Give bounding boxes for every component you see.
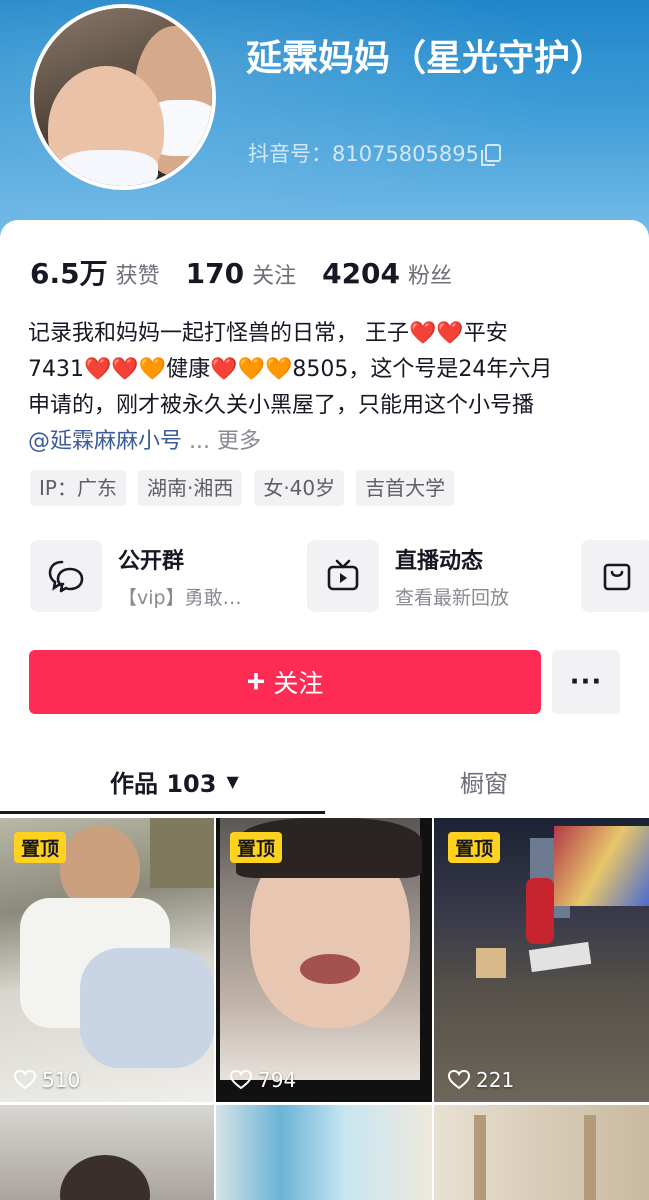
tab-shop[interactable]: 橱窗	[460, 748, 508, 814]
like-count: 221	[448, 1068, 514, 1092]
stat-likes[interactable]: 6.5万 获赞	[30, 252, 160, 292]
chat-bubbles-icon	[30, 540, 102, 612]
video-thumbnail[interactable]	[0, 1105, 214, 1200]
heart-icon	[14, 1070, 36, 1090]
like-count-value: 221	[476, 1068, 515, 1092]
bio-more-button[interactable]: 更多	[217, 429, 261, 454]
tag-location: 湖南·湘西	[137, 470, 243, 506]
video-thumbnail[interactable]	[216, 1105, 432, 1200]
content-tabs: 作品 103 ▼ 橱窗	[0, 748, 649, 814]
entry-subtitle: 【vip】勇敢…	[118, 586, 242, 609]
tag-school[interactable]: 吉首大学	[356, 470, 455, 506]
tab-active-indicator	[0, 811, 325, 814]
more-options-button[interactable]: ···	[552, 650, 620, 714]
stat-number: 170	[185, 257, 245, 290]
shopping-bag-icon	[581, 540, 649, 612]
plus-icon: +	[246, 662, 266, 699]
video-thumbnail[interactable]: 置顶 221	[434, 818, 649, 1102]
pinned-badge: 置顶	[448, 832, 501, 863]
pinned-badge: 置顶	[230, 832, 283, 863]
tab-works[interactable]: 作品 103 ▼	[110, 748, 239, 814]
entry-subtitle: 查看最新回放	[395, 586, 510, 609]
copy-icon[interactable]	[480, 144, 501, 166]
like-count-value: 794	[258, 1068, 297, 1092]
profile-stats: 6.5万 获赞 170 关注 4204 粉丝	[30, 252, 452, 292]
entry-title: 公开群	[118, 548, 185, 574]
stat-following[interactable]: 170 关注	[186, 257, 296, 290]
bio-ellipsis: ...	[189, 429, 210, 454]
stat-followers[interactable]: 4204 粉丝	[322, 257, 452, 290]
follow-label: 关注	[273, 670, 324, 698]
tab-shop-label: 橱窗	[460, 769, 508, 798]
tv-icon	[307, 540, 379, 612]
stat-number: 6.5万	[30, 257, 108, 290]
profile-nickname: 延霖妈妈（星光守护）	[246, 38, 607, 79]
caret-down-icon: ▼	[226, 771, 239, 791]
tag-ip: IP：广东	[30, 470, 126, 506]
like-count: 510	[14, 1068, 80, 1092]
entry-live-updates[interactable]: 直播动态 查看最新回放	[307, 540, 509, 612]
bio-line: 申请的，刚才被永久关小黑屋了，只能用这个小号播	[28, 393, 535, 418]
entry-public-group[interactable]: 公开群 【vip】勇敢…	[30, 540, 242, 612]
video-thumbnail[interactable]	[434, 1105, 649, 1200]
like-count-value: 510	[42, 1068, 81, 1092]
entry-title: 直播动态	[395, 548, 484, 574]
stat-label: 关注	[252, 264, 297, 289]
tag-gender-age: 女·40岁	[254, 470, 345, 506]
pinned-badge: 置顶	[14, 832, 67, 863]
bio-last-line: @延霖麻麻小号 ... 更多	[28, 424, 628, 460]
bio-line: 7431❤️❤️🧡健康❤️🧡🧡8505，这个号是24年六月	[28, 357, 553, 382]
video-thumbnail[interactable]: 置顶 794	[216, 818, 432, 1102]
follow-button[interactable]: + 关注	[29, 650, 541, 714]
tab-works-label: 作品 103	[110, 769, 217, 798]
profile-bio[interactable]: 记录我和妈妈一起打怪兽的日常， 王子❤️❤️平安 7431❤️❤️🧡健康❤️🧡🧡…	[28, 316, 628, 460]
like-count: 794	[230, 1068, 296, 1092]
heart-icon	[230, 1070, 252, 1090]
profile-entries: 公开群 【vip】勇敢… 直播动态 查看最新回放	[30, 540, 649, 614]
douyin-id-text: 抖音号：81075805895	[248, 142, 479, 166]
video-grid: 置顶 510 置顶 794 置顶 221	[0, 818, 649, 1200]
video-thumbnail[interactable]: 置顶 510	[0, 818, 214, 1102]
stat-label: 粉丝	[408, 264, 453, 289]
avatar[interactable]	[30, 4, 216, 190]
douyin-id[interactable]: 抖音号：81075805895	[248, 138, 501, 168]
bio-mention-link[interactable]: @延霖麻麻小号	[28, 429, 182, 454]
entry-shop[interactable]	[581, 540, 649, 612]
bio-line: 记录我和妈妈一起打怪兽的日常， 王子❤️❤️平安	[28, 321, 508, 346]
stat-number: 4204	[322, 257, 401, 290]
heart-icon	[448, 1070, 470, 1090]
stat-label: 获赞	[115, 264, 160, 289]
profile-tags: IP：广东 湖南·湘西 女·40岁 吉首大学	[30, 470, 455, 506]
more-dots-icon: ···	[569, 667, 603, 697]
